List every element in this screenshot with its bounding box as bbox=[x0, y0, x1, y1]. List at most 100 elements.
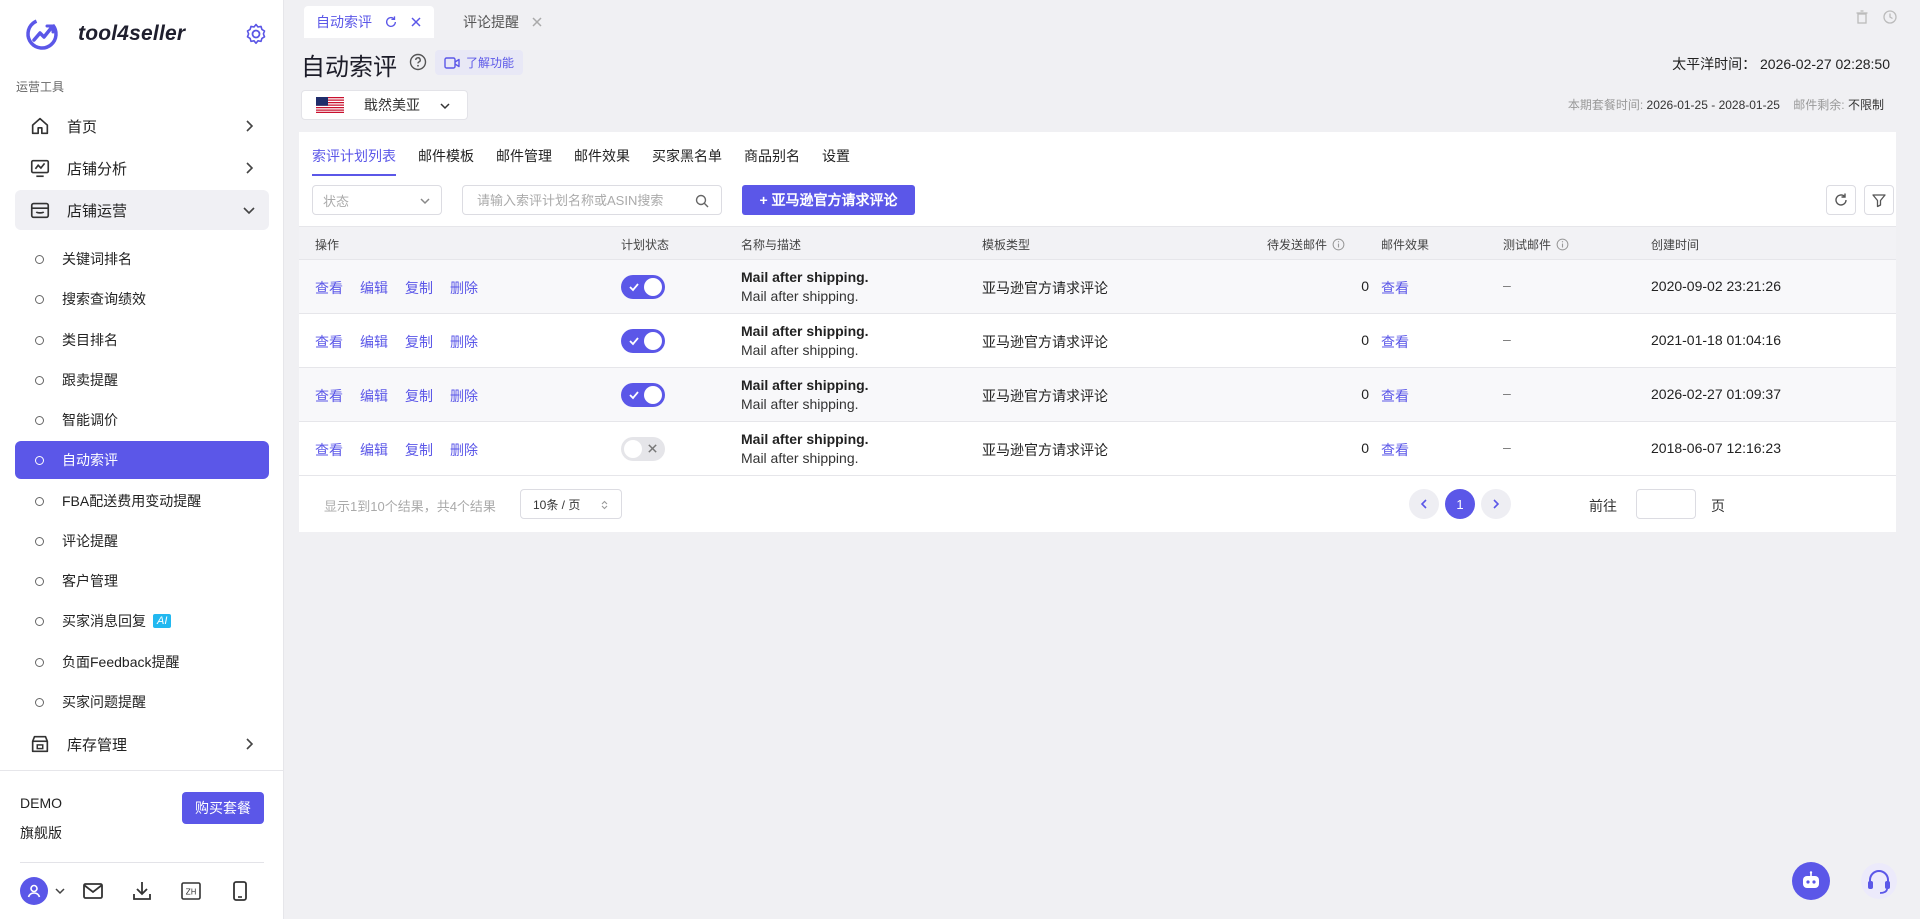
copy-link[interactable]: 复制 bbox=[405, 386, 433, 406]
plan-name: DEMO bbox=[20, 795, 62, 811]
view-link[interactable]: 查看 bbox=[315, 440, 343, 460]
sidebar-item-buyer-messages[interactable]: 买家消息回复 AI bbox=[15, 602, 269, 640]
trash-icon[interactable] bbox=[1854, 9, 1870, 25]
info-icon[interactable] bbox=[1332, 238, 1345, 251]
sidebar-item-review-alert[interactable]: 评论提醒 bbox=[15, 522, 269, 560]
sidebar-item-customers[interactable]: 客户管理 bbox=[15, 562, 269, 600]
close-icon[interactable] bbox=[410, 16, 422, 28]
close-icon[interactable] bbox=[531, 16, 543, 28]
column-header-test: 测试邮件 bbox=[1503, 236, 1569, 253]
tab-review-alert[interactable]: 评论提醒 bbox=[451, 6, 555, 38]
plan-status-toggle[interactable] bbox=[621, 329, 665, 353]
sidebar-item-label: 买家问题提醒 bbox=[62, 694, 146, 710]
check-icon bbox=[629, 391, 639, 400]
delete-link[interactable]: 删除 bbox=[450, 440, 478, 460]
sidebar-item-fba-fee[interactable]: FBA配送费用变动提醒 bbox=[15, 482, 269, 520]
copy-link[interactable]: 复制 bbox=[405, 332, 433, 352]
language-icon[interactable]: ZH bbox=[178, 878, 204, 904]
subtab-mail-management[interactable]: 邮件管理 bbox=[496, 146, 552, 176]
plan-info: 本期套餐时间: 2026-01-25 - 2028-01-25 邮件剩余: 不限… bbox=[1568, 96, 1884, 113]
sidebar-item-category-rank[interactable]: 类目排名 bbox=[15, 321, 269, 359]
view-link[interactable]: 查看 bbox=[315, 278, 343, 298]
help-icon[interactable] bbox=[409, 53, 427, 71]
subtab-buyer-blacklist[interactable]: 买家黑名单 bbox=[652, 146, 722, 176]
subtab-plan-list[interactable]: 索评计划列表 bbox=[312, 146, 396, 176]
edit-link[interactable]: 编辑 bbox=[360, 386, 388, 406]
sidebar-item-hijack-alert[interactable]: 跟卖提醒 bbox=[15, 361, 269, 399]
plan-description: Mail after shipping. bbox=[741, 396, 859, 412]
search-box bbox=[462, 185, 722, 215]
mail-effect-link[interactable]: 查看 bbox=[1381, 332, 1409, 352]
subtab-mail-effect[interactable]: 邮件效果 bbox=[574, 146, 630, 176]
brand[interactable]: tool4seller bbox=[24, 14, 185, 54]
sidebar-item-search-query[interactable]: 搜索查询绩效 bbox=[15, 280, 269, 318]
plan-description: Mail after shipping. bbox=[741, 450, 859, 466]
sidebar-item-label: 智能调价 bbox=[62, 412, 118, 428]
edit-link[interactable]: 编辑 bbox=[360, 440, 388, 460]
view-link[interactable]: 查看 bbox=[315, 332, 343, 352]
view-link[interactable]: 查看 bbox=[315, 386, 343, 406]
sidebar-item-home[interactable]: 首页 bbox=[15, 106, 269, 146]
sidebar-item-smart-pricing[interactable]: 智能调价 bbox=[15, 401, 269, 439]
buy-plan-button[interactable]: 购买套餐 bbox=[182, 792, 264, 824]
mail-effect-link[interactable]: 查看 bbox=[1381, 278, 1409, 298]
next-page-button[interactable] bbox=[1481, 489, 1511, 519]
add-amazon-review-request-button[interactable]: + 亚马逊官方请求评论 bbox=[742, 185, 915, 215]
download-icon[interactable] bbox=[129, 878, 155, 904]
subtab-product-alias[interactable]: 商品别名 bbox=[744, 146, 800, 176]
mail-icon[interactable] bbox=[80, 878, 106, 904]
sidebar-item-keyword-rank[interactable]: 关键词排名 bbox=[15, 240, 269, 278]
plan-period-label: 本期套餐时间: bbox=[1567, 98, 1644, 112]
edit-link[interactable]: 编辑 bbox=[360, 278, 388, 298]
page-size-select[interactable]: 10条 / 页 bbox=[520, 489, 622, 519]
status-select[interactable]: 状态 bbox=[312, 185, 442, 215]
delete-link[interactable]: 删除 bbox=[450, 278, 478, 298]
clock-icon[interactable] bbox=[1882, 9, 1898, 25]
tab-auto-review[interactable]: 自动索评 bbox=[304, 6, 434, 38]
goto-page-input[interactable] bbox=[1636, 489, 1696, 519]
toggle-knob bbox=[624, 440, 642, 458]
name-cell: Mail after shipping. Mail after shipping… bbox=[741, 268, 869, 306]
plan-status-toggle[interactable] bbox=[621, 383, 665, 407]
avatar[interactable] bbox=[20, 877, 48, 905]
sidebar-item-shop-ops[interactable]: 店铺运营 bbox=[15, 190, 269, 230]
mail-effect-link[interactable]: 查看 bbox=[1381, 386, 1409, 406]
ai-assistant-button[interactable] bbox=[1792, 862, 1830, 900]
delete-link[interactable]: 删除 bbox=[450, 332, 478, 352]
page-size-label: 10条 / 页 bbox=[533, 497, 581, 512]
prev-page-button[interactable] bbox=[1409, 489, 1439, 519]
delete-link[interactable]: 删除 bbox=[450, 386, 478, 406]
copy-link[interactable]: 复制 bbox=[405, 440, 433, 460]
learn-feature-button[interactable]: 了解功能 bbox=[435, 50, 524, 75]
pending-mail-count: 0 bbox=[1361, 278, 1369, 294]
sidebar-item-shop-analysis[interactable]: 店铺分析 bbox=[15, 148, 269, 188]
subtab-settings[interactable]: 设置 bbox=[822, 146, 850, 176]
customer-support-icon[interactable] bbox=[1860, 862, 1898, 900]
plan-status-toggle[interactable] bbox=[621, 437, 665, 461]
search-icon[interactable] bbox=[695, 194, 709, 208]
subtab-mail-templates[interactable]: 邮件模板 bbox=[418, 146, 474, 176]
filter-button[interactable] bbox=[1864, 185, 1894, 215]
page-button-current[interactable]: 1 bbox=[1445, 489, 1475, 519]
region-select[interactable]: 戢然美亚 bbox=[301, 90, 468, 120]
sidebar-item-buyer-questions[interactable]: 买家问题提醒 bbox=[15, 683, 269, 721]
plan-status-toggle[interactable] bbox=[621, 275, 665, 299]
video-icon bbox=[444, 56, 460, 69]
bullet-icon bbox=[35, 455, 44, 465]
sidebar-item-label: 库存管理 bbox=[67, 736, 128, 754]
search-input[interactable] bbox=[463, 186, 683, 214]
copy-link[interactable]: 复制 bbox=[405, 278, 433, 298]
sidebar-item-label: 店铺运营 bbox=[67, 202, 128, 220]
info-icon[interactable] bbox=[1556, 238, 1569, 251]
refresh-button[interactable] bbox=[1826, 185, 1856, 215]
edit-link[interactable]: 编辑 bbox=[360, 332, 388, 352]
refresh-icon[interactable] bbox=[384, 15, 398, 29]
sidebar-item-auto-review[interactable]: 自动索评 bbox=[15, 441, 269, 479]
us-flag-icon bbox=[316, 97, 344, 113]
sidebar-item-negative-feedback[interactable]: 负面Feedback提醒 bbox=[15, 643, 269, 681]
mail-effect-link[interactable]: 查看 bbox=[1381, 440, 1409, 460]
gear-icon[interactable] bbox=[244, 22, 268, 46]
mobile-icon[interactable] bbox=[227, 878, 253, 904]
chevron-down-icon[interactable] bbox=[54, 885, 66, 897]
sidebar-item-inventory[interactable]: 库存管理 bbox=[15, 724, 269, 764]
